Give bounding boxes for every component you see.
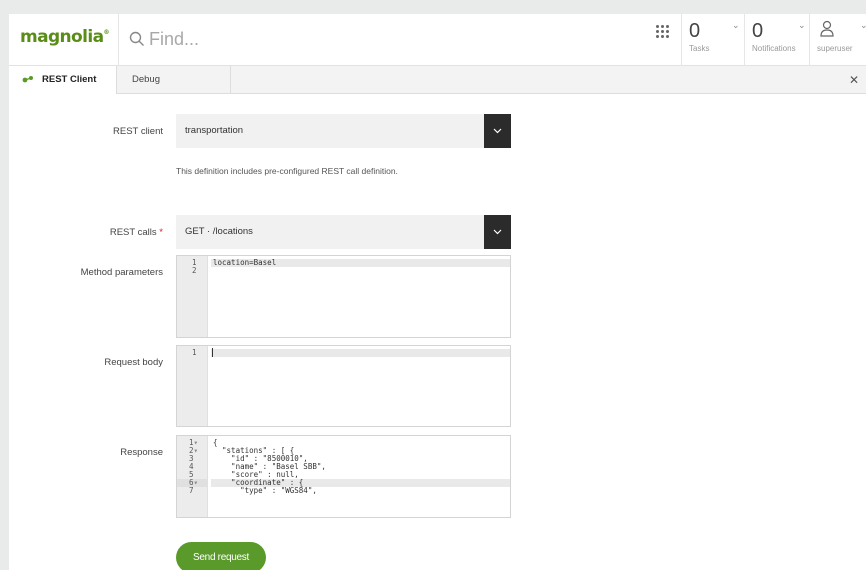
user-icon (820, 20, 834, 37)
tab-bar: REST Client Debug ✕ (9, 66, 866, 94)
code-area[interactable] (211, 346, 510, 426)
chevron-down-icon: ⌄ (798, 20, 806, 30)
line-gutter: 1 (177, 346, 208, 426)
user-label: superuser (817, 44, 853, 53)
close-icon[interactable]: ✕ (847, 66, 861, 94)
app-launcher-icon[interactable] (655, 24, 671, 40)
response-editor[interactable]: 1▾ 2▾ 3 4 5 6▾ 7 { "stations" : [ { "id"… (176, 435, 511, 518)
search-input[interactable] (149, 25, 629, 53)
chevron-down-icon (493, 229, 502, 235)
rest-calls-value: GET · /locations (185, 226, 253, 237)
request-body-label: Request body (104, 357, 163, 368)
method-parameters-label: Method parameters (80, 267, 163, 278)
line-gutter: 1 2 (177, 256, 208, 337)
code-line: location=Basel (213, 258, 277, 267)
rest-calls-select[interactable]: GET · /locations (176, 215, 511, 249)
rest-calls-label: REST calls * (109, 227, 163, 238)
logo[interactable]: magnolia® (9, 14, 119, 66)
notifications-indicator[interactable]: 0 Notifications ⌄ (744, 14, 809, 66)
fold-icon: ▾ (193, 478, 199, 487)
rest-client-dropdown-button[interactable] (484, 114, 511, 148)
logo-text: magnolia® (20, 27, 110, 47)
fold-icon: ▾ (193, 446, 199, 455)
tab-label: REST Client (42, 74, 97, 85)
text-cursor (212, 348, 213, 357)
response-label: Response (120, 447, 163, 458)
code-line: "type" : "WGS84", (213, 486, 317, 495)
tab-debug[interactable]: Debug (116, 66, 231, 94)
tab-label: Debug (132, 74, 160, 85)
chevron-down-icon: ⌄ (860, 20, 866, 30)
tab-rest-client[interactable]: REST Client (9, 66, 116, 94)
send-request-button[interactable]: Send request (176, 542, 266, 570)
method-parameters-editor[interactable]: 1 2 location=Basel (176, 255, 511, 338)
notifications-count: 0 (752, 20, 764, 42)
rest-client-value: transportation (185, 125, 244, 136)
top-bar: magnolia® 0 Tasks ⌄ 0 Notifications ⌄ (9, 14, 866, 66)
search-icon (129, 31, 144, 46)
tasks-count: 0 (689, 20, 701, 42)
rest-client-select[interactable]: transportation (176, 114, 511, 148)
tasks-indicator[interactable]: 0 Tasks ⌄ (681, 14, 744, 66)
notifications-label: Notifications (752, 44, 796, 53)
user-menu[interactable]: superuser ⌄ (809, 14, 866, 66)
tasks-label: Tasks (689, 44, 710, 53)
rest-client-help: This definition includes pre-configured … (176, 166, 398, 176)
rest-client-icon (22, 76, 33, 83)
code-area[interactable]: { "stations" : [ { "id" : "8500010", "na… (211, 436, 510, 517)
rest-client-label: REST client (113, 126, 163, 137)
required-marker: * (159, 227, 163, 238)
rest-calls-dropdown-button[interactable] (484, 215, 511, 249)
chevron-down-icon (493, 128, 502, 134)
chevron-down-icon: ⌄ (732, 20, 740, 30)
app-window: magnolia® 0 Tasks ⌄ 0 Notifications ⌄ (9, 14, 866, 570)
code-area[interactable]: location=Basel (211, 256, 510, 337)
line-gutter: 1▾ 2▾ 3 4 5 6▾ 7 (177, 436, 208, 517)
request-body-editor[interactable]: 1 (176, 345, 511, 427)
